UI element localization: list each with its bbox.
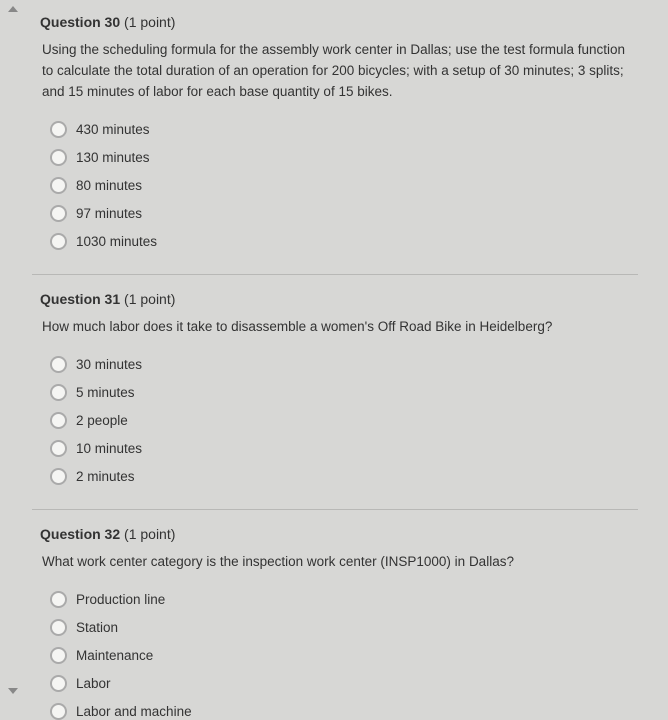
radio-icon[interactable]: [50, 205, 67, 222]
question-header: Question 31 (1 point): [40, 291, 638, 307]
radio-icon[interactable]: [50, 619, 67, 636]
option-row[interactable]: Labor and machine: [50, 703, 638, 720]
option-label: 80 minutes: [76, 178, 142, 193]
option-label: 30 minutes: [76, 357, 142, 372]
radio-icon[interactable]: [50, 412, 67, 429]
radio-icon[interactable]: [50, 675, 67, 692]
option-row[interactable]: Labor: [50, 675, 638, 692]
option-row[interactable]: Production line: [50, 591, 638, 608]
option-row[interactable]: 130 minutes: [50, 149, 638, 166]
quiz-content: Question 30 (1 point) Using the scheduli…: [0, 0, 668, 720]
option-row[interactable]: 2 people: [50, 412, 638, 429]
question-32: Question 32 (1 point) What work center c…: [40, 526, 638, 720]
question-number: Question 30: [40, 14, 120, 30]
option-row[interactable]: Station: [50, 619, 638, 636]
radio-icon[interactable]: [50, 177, 67, 194]
radio-icon[interactable]: [50, 440, 67, 457]
option-row[interactable]: 430 minutes: [50, 121, 638, 138]
option-label: Labor: [76, 676, 111, 691]
scroll-down-icon[interactable]: [8, 688, 18, 694]
option-label: Production line: [76, 592, 165, 607]
radio-icon[interactable]: [50, 647, 67, 664]
radio-icon[interactable]: [50, 591, 67, 608]
question-text: Using the scheduling formula for the ass…: [40, 40, 638, 103]
option-label: 5 minutes: [76, 385, 135, 400]
radio-icon[interactable]: [50, 703, 67, 720]
question-30: Question 30 (1 point) Using the scheduli…: [40, 14, 638, 250]
option-row[interactable]: 30 minutes: [50, 356, 638, 373]
option-label: Station: [76, 620, 118, 635]
radio-icon[interactable]: [50, 233, 67, 250]
option-row[interactable]: 2 minutes: [50, 468, 638, 485]
option-label: Labor and machine: [76, 704, 192, 719]
radio-icon[interactable]: [50, 121, 67, 138]
option-label: Maintenance: [76, 648, 153, 663]
radio-icon[interactable]: [50, 384, 67, 401]
option-label: 2 people: [76, 413, 128, 428]
radio-icon[interactable]: [50, 356, 67, 373]
option-row[interactable]: Maintenance: [50, 647, 638, 664]
question-number: Question 32: [40, 526, 120, 542]
question-text: How much labor does it take to disassemb…: [40, 317, 638, 338]
option-row[interactable]: 1030 minutes: [50, 233, 638, 250]
option-row[interactable]: 5 minutes: [50, 384, 638, 401]
question-31: Question 31 (1 point) How much labor doe…: [40, 291, 638, 485]
option-label: 430 minutes: [76, 122, 150, 137]
question-points: (1 point): [124, 526, 175, 542]
options-list: Production line Station Maintenance Labo…: [40, 591, 638, 720]
options-list: 30 minutes 5 minutes 2 people 10 minutes…: [40, 356, 638, 485]
radio-icon[interactable]: [50, 149, 67, 166]
option-label: 2 minutes: [76, 469, 135, 484]
question-text: What work center category is the inspect…: [40, 552, 638, 573]
option-row[interactable]: 10 minutes: [50, 440, 638, 457]
divider: [32, 274, 638, 275]
question-number: Question 31: [40, 291, 120, 307]
option-row[interactable]: 80 minutes: [50, 177, 638, 194]
question-header: Question 30 (1 point): [40, 14, 638, 30]
radio-icon[interactable]: [50, 468, 67, 485]
question-header: Question 32 (1 point): [40, 526, 638, 542]
option-row[interactable]: 97 minutes: [50, 205, 638, 222]
option-label: 130 minutes: [76, 150, 150, 165]
scroll-up-icon[interactable]: [8, 6, 18, 12]
option-label: 10 minutes: [76, 441, 142, 456]
option-label: 97 minutes: [76, 206, 142, 221]
options-list: 430 minutes 130 minutes 80 minutes 97 mi…: [40, 121, 638, 250]
question-points: (1 point): [124, 291, 175, 307]
divider: [32, 509, 638, 510]
option-label: 1030 minutes: [76, 234, 157, 249]
question-points: (1 point): [124, 14, 175, 30]
